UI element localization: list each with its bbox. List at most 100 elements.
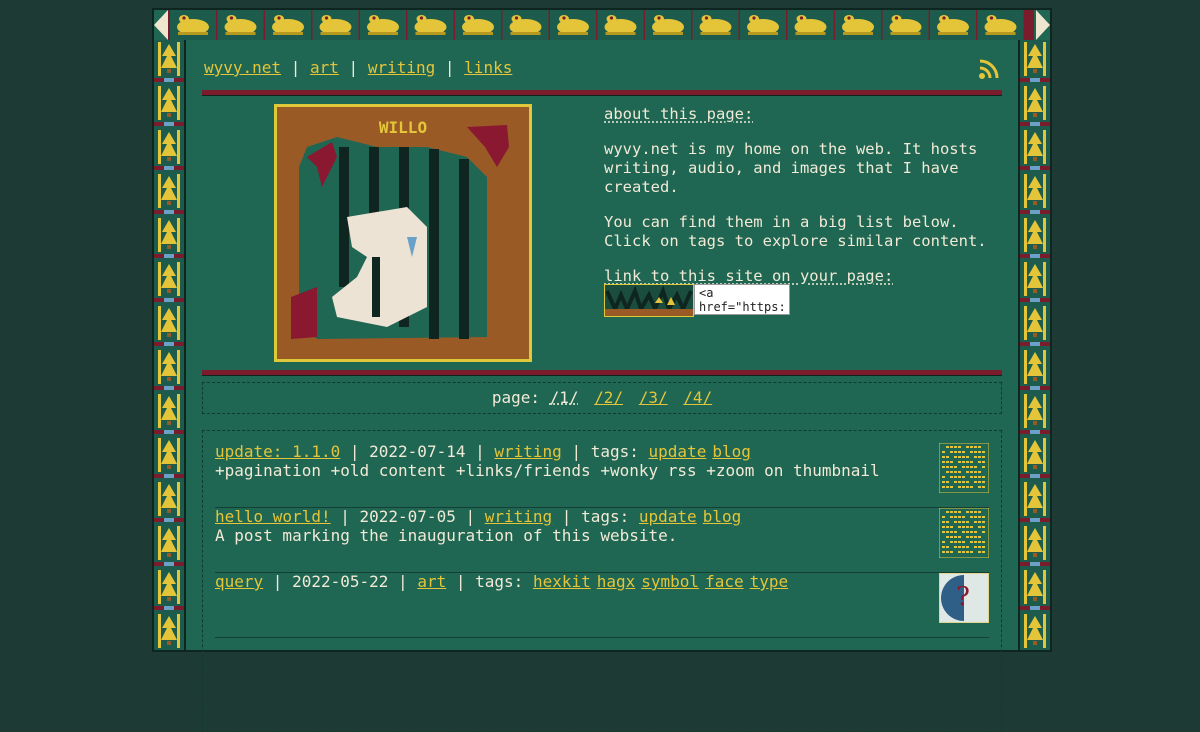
hero-art-title: WILLO [379, 118, 427, 137]
frog-icon [692, 10, 739, 40]
frog-icon [977, 10, 1024, 40]
frog-icon [502, 10, 549, 40]
frog-icon [170, 10, 216, 40]
pager-label: page: [491, 388, 540, 407]
post-date: 2022-05-22 [292, 572, 389, 591]
frog-icon [930, 10, 976, 40]
tree-icon [1020, 172, 1050, 216]
frog-icon [407, 10, 454, 40]
frog-icon [550, 10, 596, 40]
frog-icon [787, 10, 834, 40]
frog-icon [597, 10, 644, 40]
tree-icon [1020, 612, 1050, 650]
post-category-link[interactable]: writing [494, 442, 561, 461]
hero-artwork-image: WILLO [277, 107, 529, 359]
tree-icon [1020, 304, 1050, 348]
nav-links-link[interactable]: links [464, 58, 512, 77]
post-title-link[interactable]: update: 1.1.0 [215, 442, 340, 461]
post-item: update: 1.1.0 | 2022-07-14 | writing | t… [215, 443, 989, 508]
tags-label: tags: [590, 442, 639, 461]
pager-link[interactable]: /2/ [594, 388, 623, 407]
about-panel: about this page: wyvy.net is my home on … [604, 105, 1004, 302]
nav-separator: | [444, 58, 455, 77]
side-border-right [1020, 40, 1050, 650]
nav-writing-link[interactable]: writing [368, 58, 435, 77]
tree-icon [154, 260, 184, 304]
tree-icon [1020, 436, 1050, 480]
post-item: hello world! | 2022-07-05 | writing | ta… [215, 508, 989, 573]
post-description: A post marking the inauguration of this … [215, 526, 678, 545]
post-thumbnail[interactable] [939, 508, 989, 558]
frog-icon [835, 10, 881, 40]
post-list: update: 1.1.0 | 2022-07-14 | writing | t… [202, 430, 1002, 732]
tree-icon [1020, 84, 1050, 128]
frog-icon [645, 10, 691, 40]
about-heading: about this page: [604, 105, 754, 123]
nav-separator: | [348, 58, 359, 77]
nav-art-link[interactable]: art [310, 58, 339, 77]
main-content: wyvy.net | art | writing | links WILLO a… [184, 40, 1020, 732]
tree-icon [154, 304, 184, 348]
frog-icon [360, 10, 406, 40]
border-tip-right [1036, 10, 1050, 40]
nav-home-link[interactable]: wyvy.net [204, 58, 281, 77]
post-category-link[interactable]: art [417, 572, 446, 591]
pager-link[interactable]: /4/ [683, 388, 712, 407]
tag-link[interactable]: hagx [597, 572, 636, 591]
tree-icon [1020, 260, 1050, 304]
tree-icon [1020, 524, 1050, 568]
tree-icon [154, 480, 184, 524]
post-title-link[interactable]: query [215, 572, 263, 591]
frog-icon [312, 10, 359, 40]
border-tip-left [154, 10, 168, 40]
tree-icon [154, 436, 184, 480]
post-date: 2022-07-14 [369, 442, 466, 461]
embed-code-textarea[interactable]: <a href="https: [694, 284, 790, 315]
tag-link[interactable]: hexkit [533, 572, 591, 591]
rss-icon[interactable] [978, 58, 1000, 80]
tree-icon [1020, 40, 1050, 84]
side-border-left [154, 40, 184, 650]
tree-icon [1020, 348, 1050, 392]
tree-pattern-left [154, 40, 184, 650]
tag-link[interactable]: type [750, 572, 789, 591]
post-category-link[interactable]: writing [485, 507, 552, 526]
site-nav: wyvy.net | art | writing | links [204, 58, 512, 77]
post-thumbnail[interactable] [939, 443, 989, 493]
frog-icon [217, 10, 264, 40]
frog-icon [882, 10, 929, 40]
tree-icon [1020, 128, 1050, 172]
post-title-link[interactable]: hello world! [215, 507, 331, 526]
tag-link[interactable]: update [639, 507, 697, 526]
tag-link[interactable]: symbol [641, 572, 699, 591]
tree-icon [154, 172, 184, 216]
tree-icon [154, 612, 184, 650]
tags-label: tags: [581, 507, 630, 526]
tag-link[interactable]: blog [712, 442, 751, 461]
site-badge-image[interactable] [604, 284, 694, 317]
section-rule [202, 370, 1002, 376]
tree-icon [154, 128, 184, 172]
frog-icon [740, 10, 786, 40]
tree-icon [154, 524, 184, 568]
tree-icon [154, 348, 184, 392]
tree-icon [1020, 216, 1050, 260]
tag-link[interactable]: update [649, 442, 707, 461]
pager-current: /1/ [549, 388, 579, 407]
about-text: wyvy.net is my home on the web. It hosts… [604, 140, 978, 196]
tag-link[interactable]: face [705, 572, 744, 591]
tree-icon [154, 40, 184, 84]
tag-link[interactable]: blog [703, 507, 742, 526]
post-thumbnail[interactable]: ? [939, 573, 989, 623]
tree-icon [1020, 392, 1050, 436]
tree-icon [1020, 568, 1050, 612]
tree-icon [154, 392, 184, 436]
tree-icon [154, 216, 184, 260]
tree-icon [154, 568, 184, 612]
frog-icon [455, 10, 501, 40]
page-frame: wyvy.net | art | writing | links WILLO a… [152, 8, 1052, 732]
pagination: page: /1/ /2/ /3/ /4/ [202, 382, 1002, 414]
post-description: +pagination +old content +links/friends … [215, 461, 880, 480]
pager-link[interactable]: /3/ [639, 388, 668, 407]
post-date: 2022-07-05 [359, 507, 456, 526]
